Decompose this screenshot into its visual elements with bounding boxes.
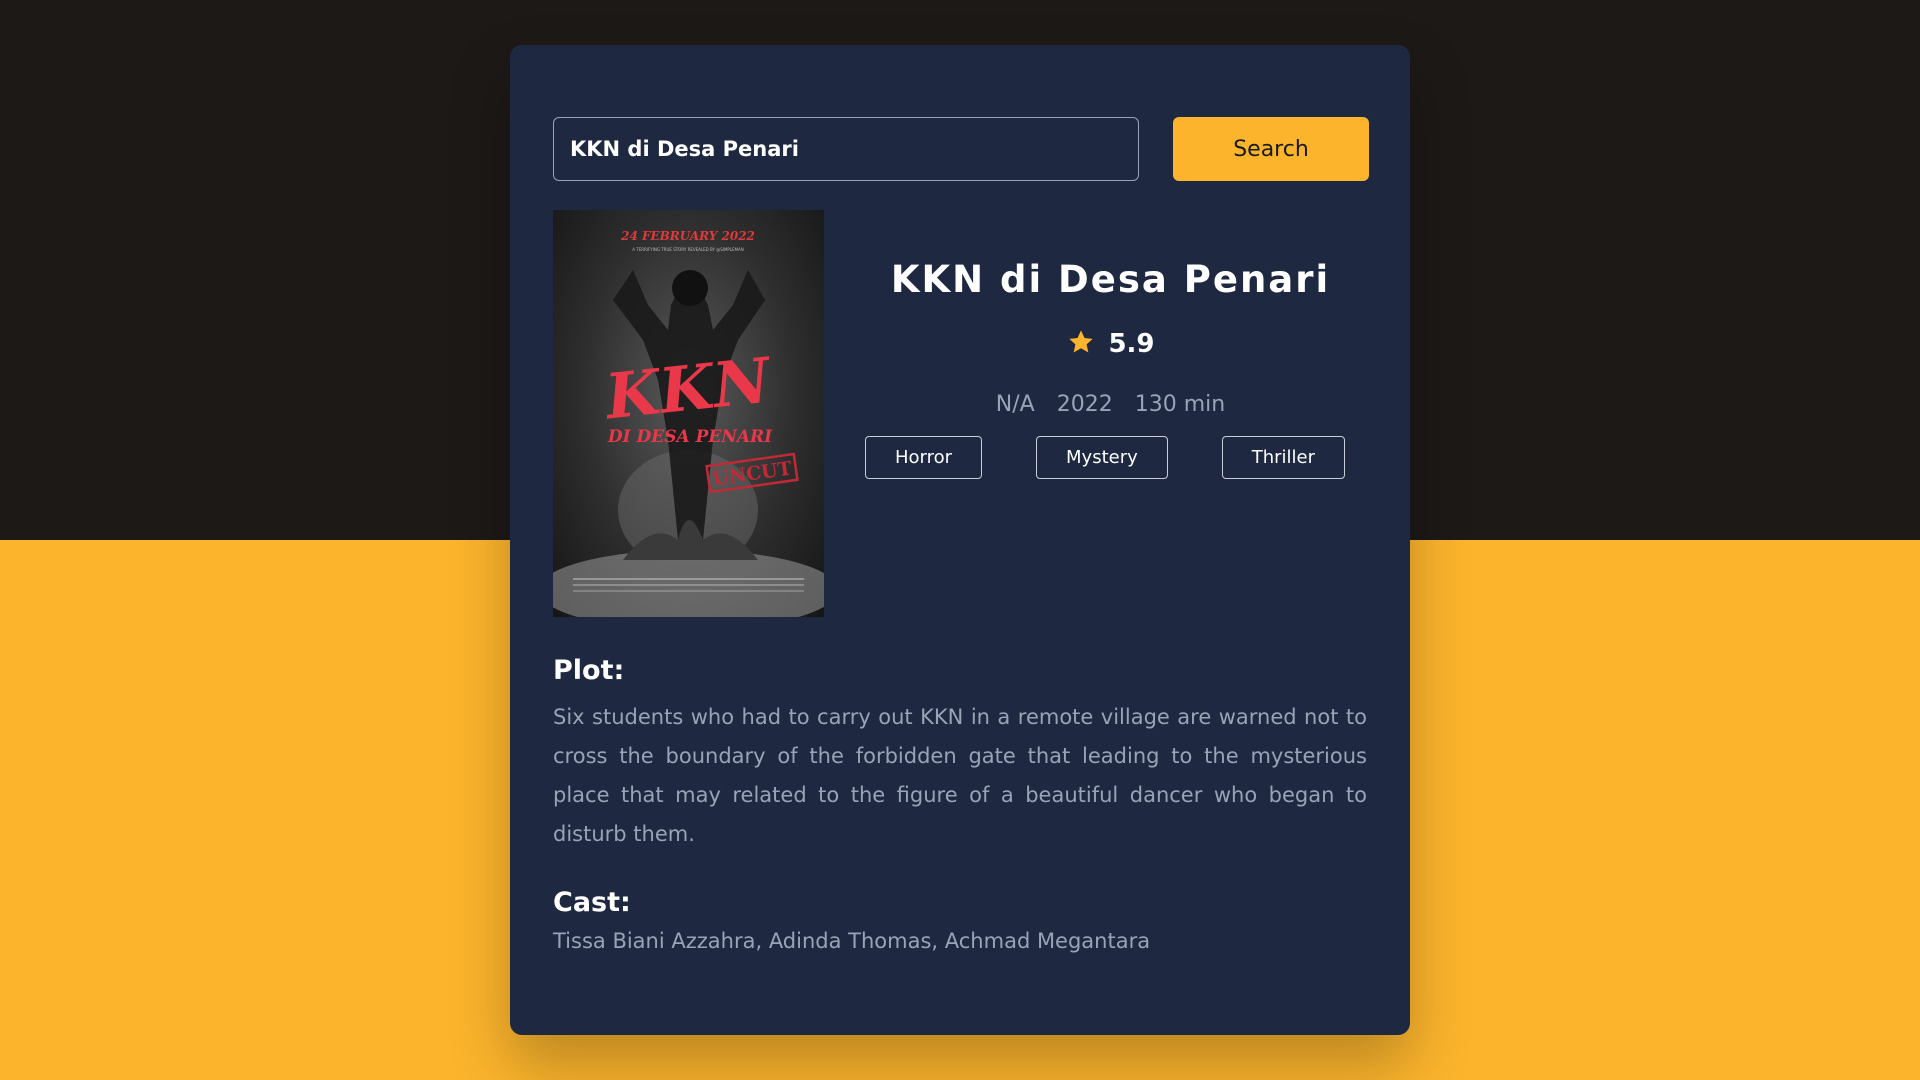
poster-logo-subtitle: DI DESA PENARI [607,427,773,447]
plot-text: Six students who had to carry out KKN in… [553,705,1367,846]
poster-tagline: A TERRIFYING TRUE STORY REVEALED BY @SIM… [632,247,744,252]
rating-value: 5.9 [1108,329,1155,359]
cast-heading: Cast: [553,887,631,918]
runtime-label: 130 min [1134,392,1226,417]
search-input[interactable] [553,117,1139,181]
genre-tag-mystery: Mystery [1036,436,1168,479]
year-label: 2022 [1056,392,1113,417]
genre-tag-horror: Horror [865,436,983,479]
cast-text: Tissa Biani Azzahra, Adinda Thomas, Achm… [553,929,1151,953]
movie-card: Search 24 FEBRUARY 2022 A TERRIFYING TRU… [510,45,1410,1035]
rated-label: N/A [995,392,1035,417]
plot-heading: Plot: [553,655,625,686]
search-bar: Search [553,117,1369,181]
poster-artwork: 24 FEBRUARY 2022 A TERRIFYING TRUE STORY… [553,229,824,617]
movie-title: KKN di Desa Penari [890,258,1331,301]
search-button[interactable]: Search [1173,117,1369,181]
poster-date: 24 FEBRUARY 2022 [620,229,755,243]
star-icon [1066,328,1096,360]
genre-tag-thriller: Thriller [1221,436,1345,479]
poster-logo: KKN [600,343,775,433]
rating: 5.9 [854,328,1367,360]
movie-poster: 24 FEBRUARY 2022 A TERRIFYING TRUE STORY… [553,210,824,617]
movie-meta: N/A 2022 130 min [854,392,1367,417]
genre-list: Horror Mystery Thriller [865,436,1345,479]
